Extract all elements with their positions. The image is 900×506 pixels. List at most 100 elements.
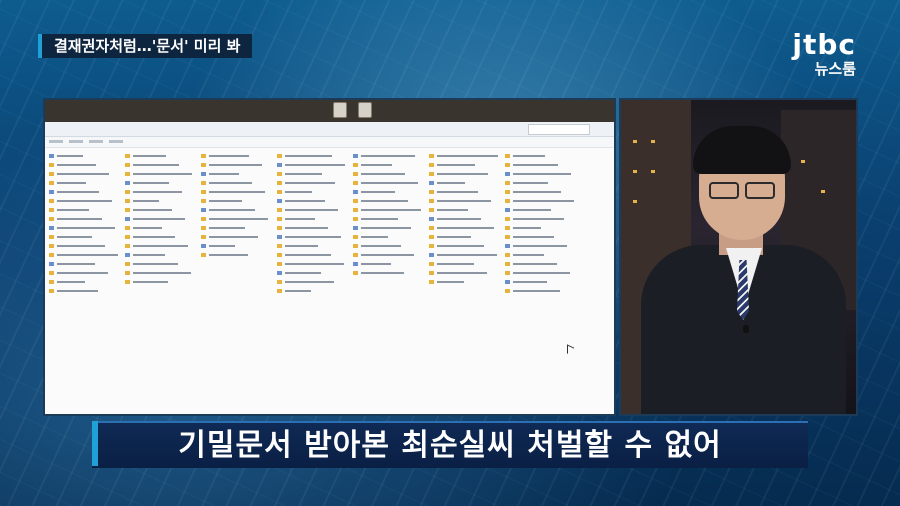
file-name-line [513, 200, 574, 202]
file-name-line [361, 164, 392, 166]
menu-item [49, 140, 63, 143]
file-icon [505, 154, 510, 158]
file-icon [49, 262, 54, 266]
file-name-line [133, 200, 159, 202]
file-item [277, 179, 349, 187]
file-name-line [57, 182, 86, 184]
file-icon [353, 181, 358, 185]
file-name-line [133, 155, 166, 157]
file-item [49, 233, 121, 241]
file-name-line [209, 191, 265, 193]
file-name-line [513, 263, 557, 265]
file-item [277, 251, 349, 259]
file-icon [125, 172, 130, 176]
file-item [49, 251, 121, 259]
file-icon [429, 172, 434, 176]
file-item [505, 215, 577, 223]
file-name-line [361, 236, 388, 238]
file-icon [277, 235, 282, 239]
file-item [125, 233, 197, 241]
file-item [429, 251, 501, 259]
file-item [277, 161, 349, 169]
file-icon [353, 271, 358, 275]
file-name-line [57, 290, 98, 292]
file-icon [49, 253, 54, 257]
file-icon [353, 262, 358, 266]
file-item [429, 206, 501, 214]
file-item [353, 197, 425, 205]
file-item [49, 269, 121, 277]
file-item [505, 260, 577, 268]
file-name-line [513, 191, 561, 193]
file-item [125, 170, 197, 178]
file-name-line [209, 254, 248, 256]
file-name-line [133, 236, 175, 238]
file-item [49, 278, 121, 286]
file-icon [277, 226, 282, 230]
file-name-line [209, 200, 242, 202]
file-item [505, 206, 577, 214]
file-name-line [285, 281, 334, 283]
file-icon [277, 280, 282, 284]
file-name-line [361, 191, 395, 193]
file-icon [429, 253, 434, 257]
file-item [277, 260, 349, 268]
file-icon [125, 217, 130, 221]
file-name-line [285, 263, 344, 265]
file-item [125, 224, 197, 232]
file-item [277, 215, 349, 223]
file-item [201, 197, 273, 205]
file-column [505, 152, 577, 296]
file-icon [49, 208, 54, 212]
file-name-line [361, 209, 421, 211]
file-item [277, 197, 349, 205]
file-item [49, 188, 121, 196]
file-name-line [133, 209, 172, 211]
file-name-line [361, 182, 418, 184]
file-icon [125, 271, 130, 275]
file-item [125, 161, 197, 169]
file-item [505, 152, 577, 160]
file-item [353, 242, 425, 250]
file-icon [49, 190, 54, 194]
file-column [201, 152, 273, 260]
file-name-line [57, 254, 118, 256]
file-name-line [513, 254, 544, 256]
file-name-line [57, 281, 85, 283]
file-name-line [361, 173, 405, 175]
file-name-line [57, 263, 95, 265]
file-item [429, 278, 501, 286]
file-item [505, 278, 577, 286]
file-item [277, 278, 349, 286]
file-item [125, 215, 197, 223]
file-icon [505, 199, 510, 203]
file-name-line [133, 263, 178, 265]
file-item [429, 269, 501, 277]
file-name-line [285, 272, 321, 274]
reporter-glasses [709, 182, 775, 199]
file-icon [201, 208, 206, 212]
file-name-line [57, 227, 115, 229]
file-name-line [285, 191, 312, 193]
file-name-line [57, 191, 99, 193]
file-name-line [285, 173, 322, 175]
file-name-line [209, 182, 252, 184]
logo: jtbc 뉴스룸 [792, 30, 856, 79]
file-item [125, 152, 197, 160]
file-item [49, 170, 121, 178]
file-icon [353, 253, 358, 257]
file-icon [429, 217, 434, 221]
file-icon [201, 190, 206, 194]
file-icon [505, 163, 510, 167]
file-icon [505, 244, 510, 248]
file-name-line [437, 281, 464, 283]
file-item [429, 233, 501, 241]
monitor-button-1 [333, 102, 347, 118]
file-item [125, 269, 197, 277]
file-item [125, 188, 197, 196]
file-item [277, 269, 349, 277]
file-name-line [133, 191, 182, 193]
file-item [277, 170, 349, 178]
left-video-panel [43, 98, 616, 416]
file-name-line [361, 254, 414, 256]
